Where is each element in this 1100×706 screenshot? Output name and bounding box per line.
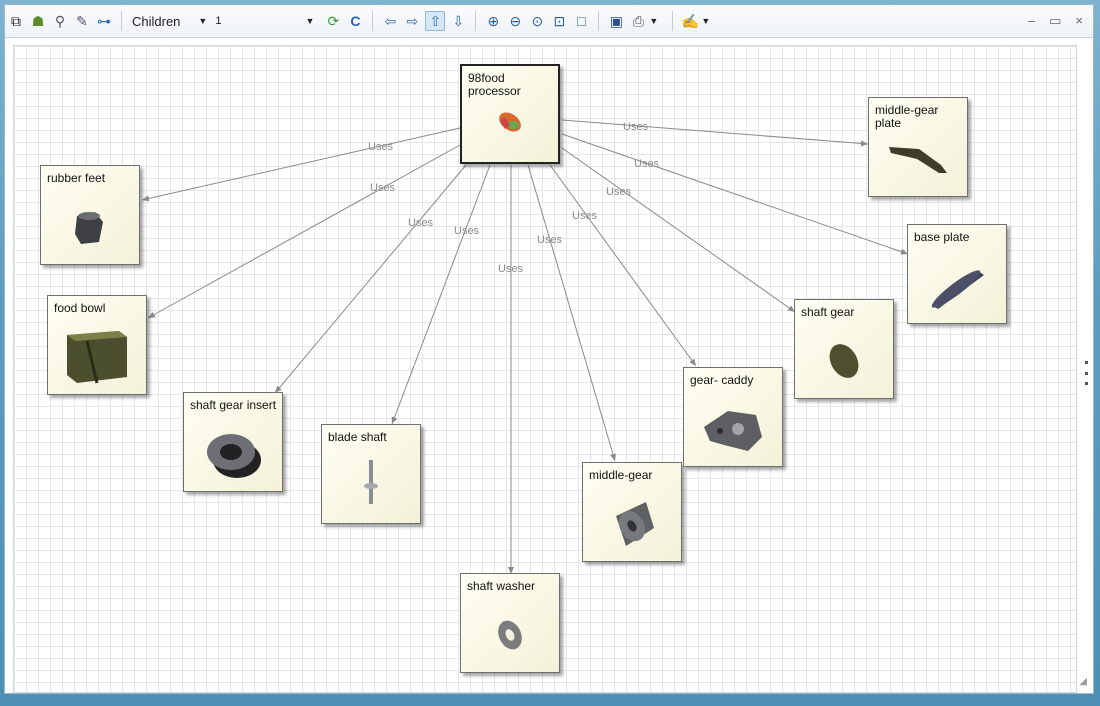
arrow-left-icon[interactable]: ⇦ bbox=[381, 12, 399, 30]
save-icon[interactable]: ▣ bbox=[607, 12, 625, 30]
reload-icon[interactable]: C bbox=[346, 12, 364, 30]
gear-caddy-icon bbox=[684, 398, 782, 460]
graph-node-food-bowl[interactable]: food bowl bbox=[47, 295, 147, 395]
toolbar-separator bbox=[121, 11, 122, 31]
tree-icon[interactable]: ⊶ bbox=[95, 12, 113, 30]
graph-node-rubber-feet[interactable]: rubber feet bbox=[40, 165, 140, 265]
gear-insert-icon bbox=[184, 423, 282, 485]
toolbar-separator bbox=[475, 11, 477, 31]
graph-node-middle-gear-plate[interactable]: middle-gear plate bbox=[868, 97, 968, 197]
close-button[interactable]: × bbox=[1075, 13, 1083, 29]
zoom-in-icon[interactable]: ⊕ bbox=[484, 12, 502, 30]
graph-node-base-plate[interactable]: base plate bbox=[907, 224, 1007, 324]
toolbar-separator bbox=[672, 11, 674, 31]
splitter-handle[interactable] bbox=[1085, 361, 1089, 385]
middle-gear-icon bbox=[583, 493, 681, 555]
rubber-foot-icon bbox=[41, 196, 139, 258]
node-label: shaft gear bbox=[801, 305, 855, 319]
relation-filter-select[interactable]: Children ▼ 1 bbox=[132, 14, 221, 29]
graph-node-middle-gear[interactable]: middle-gear bbox=[582, 462, 682, 562]
arrow-right-icon[interactable]: ⇨ bbox=[403, 12, 421, 30]
node-label: rubber feet bbox=[47, 171, 106, 185]
toolbar-separator bbox=[372, 11, 374, 31]
blade-shaft-icon bbox=[322, 455, 420, 517]
node-label: middle-gear plate bbox=[875, 103, 939, 130]
frame-icon[interactable]: □ bbox=[572, 12, 590, 30]
graph-node-gear-caddy[interactable]: gear- caddy bbox=[683, 367, 783, 467]
print-icon[interactable]: ⎙ bbox=[629, 12, 647, 30]
washer-icon bbox=[461, 604, 559, 666]
window-controls: – ▭ × bbox=[1028, 13, 1093, 29]
chevron-down-icon[interactable]: ▼ bbox=[649, 16, 658, 26]
node-label: shaft gear insert bbox=[190, 398, 277, 412]
base-plate-icon bbox=[908, 255, 1006, 317]
toolbar-separator bbox=[598, 11, 600, 31]
zoom-out-icon[interactable]: ⊖ bbox=[506, 12, 524, 30]
chevron-down-icon[interactable]: ▼ bbox=[701, 16, 710, 26]
refresh-icon[interactable]: ⟳ bbox=[324, 12, 342, 30]
relation-filter-value: Children bbox=[132, 13, 181, 29]
chevron-down-icon[interactable]: ▼ bbox=[198, 16, 207, 26]
resize-grip-icon[interactable]: ◢ bbox=[1079, 676, 1087, 687]
network-icon[interactable]: ⚲ bbox=[51, 12, 69, 30]
food-processor-icon bbox=[462, 94, 558, 156]
chevron-down-icon[interactable]: ▼ bbox=[305, 16, 314, 26]
gear-plate-icon bbox=[869, 128, 967, 190]
maximize-button[interactable]: ▭ bbox=[1049, 13, 1061, 29]
users-icon[interactable]: ☗ bbox=[29, 12, 47, 30]
graph-node-shaft-washer[interactable]: shaft washer bbox=[460, 573, 560, 673]
depth-level-value[interactable]: 1 bbox=[215, 15, 221, 27]
zoom-selection-icon[interactable]: ⊡ bbox=[550, 12, 568, 30]
toolbar: ⧉ ☗ ⚲ ✎ ⊶ Children ▼ 1 ▼ ⟳ C ⇦ ⇨ ⇧ ⇩ ⊕ ⊖… bbox=[5, 5, 1093, 38]
arrow-up-icon[interactable]: ⇧ bbox=[425, 11, 446, 31]
zoom-fit-icon[interactable]: ⊙ bbox=[528, 12, 546, 30]
node-label: base plate bbox=[914, 230, 970, 244]
arrow-down-icon[interactable]: ⇩ bbox=[449, 12, 467, 30]
edit-layout-icon[interactable]: ✍ bbox=[681, 12, 699, 30]
node-label: blade shaft bbox=[328, 430, 387, 444]
bowl-icon bbox=[48, 326, 146, 388]
link-icon[interactable]: ✎ bbox=[73, 12, 91, 30]
node-label: gear- caddy bbox=[690, 373, 754, 387]
graph-node-shaft-gear-insert[interactable]: shaft gear insert bbox=[183, 392, 283, 492]
shaft-gear-icon bbox=[795, 330, 893, 392]
minimize-button[interactable]: – bbox=[1028, 13, 1035, 29]
node-label: shaft washer bbox=[467, 579, 536, 593]
graph-node-shaft-gear[interactable]: shaft gear bbox=[794, 299, 894, 399]
graph-node-root[interactable]: 98food processor bbox=[460, 64, 560, 164]
node-label: middle-gear bbox=[589, 468, 653, 482]
copy-icon[interactable]: ⧉ bbox=[7, 12, 25, 30]
node-label: food bowl bbox=[54, 301, 106, 315]
graph-node-blade-shaft[interactable]: blade shaft bbox=[321, 424, 421, 524]
